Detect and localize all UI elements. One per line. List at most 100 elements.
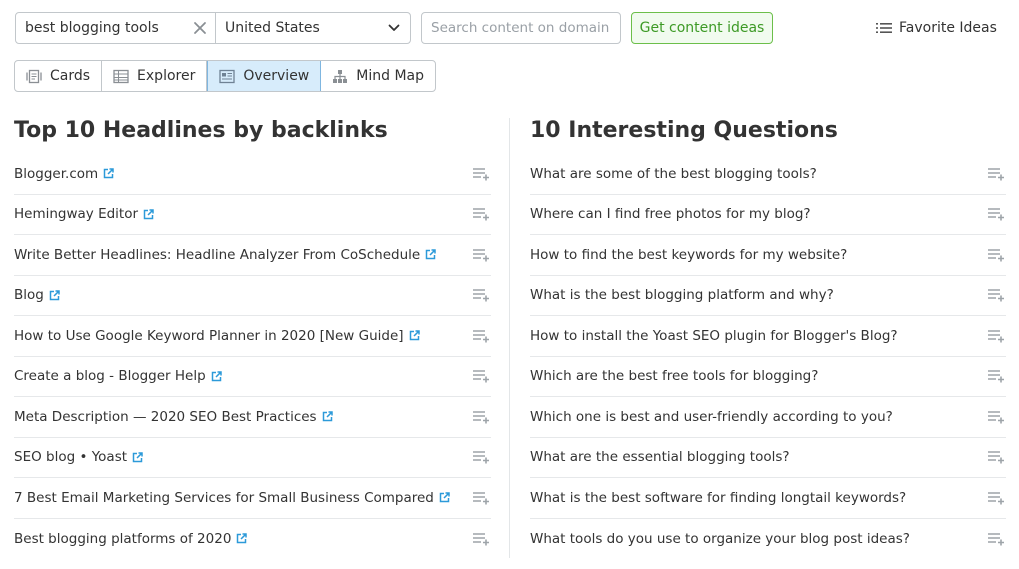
keyword-field[interactable]: best blogging tools [16, 13, 216, 43]
search-bar: best blogging tools United States [15, 12, 411, 44]
tab-mind-map[interactable]: Mind Map [321, 61, 435, 91]
headline-row-content: SEO blog • Yoast [14, 449, 143, 465]
add-to-favorites-icon[interactable] [473, 450, 490, 464]
external-link-icon[interactable] [49, 290, 60, 301]
external-link-icon[interactable] [409, 330, 420, 341]
headline-row: How to Use Google Keyword Planner in 202… [14, 316, 491, 357]
external-link-icon[interactable] [103, 168, 114, 179]
external-link-icon[interactable] [236, 533, 248, 544]
tab-explorer[interactable]: Explorer [102, 61, 208, 91]
add-to-favorites-icon[interactable] [988, 491, 1005, 505]
add-to-favorites-icon[interactable] [473, 532, 490, 546]
headline-row-content: How to Use Google Keyword Planner in 202… [14, 328, 420, 344]
tab-explorer-label: Explorer [137, 68, 196, 84]
headline-row: SEO blog • Yoast [14, 438, 491, 478]
add-to-favorites-icon[interactable] [988, 248, 1005, 262]
question-row-label: What tools do you use to organize your b… [530, 530, 910, 547]
add-to-favorites-icon[interactable] [988, 329, 1005, 343]
question-row: What is the best software for finding lo… [530, 478, 1006, 519]
cards-icon [26, 69, 42, 83]
headline-row-content: Meta Description — 2020 SEO Best Practic… [14, 409, 333, 425]
question-row-content: What are the essential blogging tools? [530, 449, 790, 465]
headline-row-content: Blogger.com [14, 166, 114, 182]
headline-row-label[interactable]: Hemingway Editor [14, 206, 138, 222]
headline-row-label[interactable]: Blog [14, 287, 44, 303]
tab-cards[interactable]: Cards [15, 61, 103, 91]
external-link-icon[interactable] [322, 411, 333, 422]
question-row-content: Which one is best and user-friendly acco… [530, 409, 893, 425]
headline-row-label[interactable]: SEO blog • Yoast [14, 449, 127, 465]
question-row: Which are the best free tools for bloggi… [530, 357, 1006, 397]
add-to-favorites-icon[interactable] [988, 410, 1005, 424]
question-row: What tools do you use to organize your b… [530, 519, 1006, 560]
external-link-icon[interactable] [143, 209, 154, 220]
external-link-icon[interactable] [439, 492, 450, 503]
headline-row: 7 Best Email Marketing Services for Smal… [14, 478, 491, 519]
question-row-content: How to install the Yoast SEO plugin for … [530, 328, 898, 344]
headline-row: Best blogging platforms of 2020 [14, 519, 491, 560]
add-to-favorites-icon[interactable] [473, 410, 490, 424]
country-select[interactable]: United States [216, 13, 410, 43]
external-link-icon[interactable] [425, 249, 436, 260]
headline-row: Meta Description — 2020 SEO Best Practic… [14, 397, 491, 438]
add-to-favorites-icon[interactable] [988, 450, 1005, 464]
favorite-ideas-button[interactable]: Favorite Ideas [876, 17, 997, 39]
headline-row-label[interactable]: How to Use Google Keyword Planner in 202… [14, 328, 404, 344]
headline-row-content: Hemingway Editor [14, 206, 154, 222]
add-to-favorites-icon[interactable] [473, 167, 490, 181]
country-value: United States [225, 20, 320, 36]
column-divider [509, 118, 510, 558]
add-to-favorites-icon[interactable] [473, 369, 490, 383]
question-row-content: Where can I find free photos for my blog… [530, 206, 811, 222]
questions-list: What are some of the best blogging tools… [530, 154, 1006, 559]
add-to-favorites-icon[interactable] [473, 207, 490, 221]
tab-mind-map-label: Mind Map [356, 68, 424, 84]
add-to-favorites-icon[interactable] [988, 532, 1005, 546]
question-row-label: Which are the best free tools for bloggi… [530, 368, 819, 385]
add-to-favorites-icon[interactable] [988, 167, 1005, 181]
question-row-content: What is the best blogging platform and w… [530, 287, 834, 303]
headline-row-label[interactable]: Meta Description — 2020 SEO Best Practic… [14, 409, 317, 425]
get-content-ideas-button[interactable]: Get content ideas [631, 12, 773, 44]
question-row-content: What tools do you use to organize your b… [530, 531, 910, 547]
headline-row-label[interactable]: Best blogging platforms of 2020 [14, 531, 231, 547]
question-row: What is the best blogging platform and w… [530, 276, 1006, 316]
list-icon [876, 23, 892, 33]
question-row-label: What is the best software for finding lo… [530, 489, 907, 506]
tab-overview[interactable]: Overview [207, 61, 322, 91]
add-to-favorites-icon[interactable] [473, 491, 490, 505]
headline-row-content: 7 Best Email Marketing Services for Smal… [14, 490, 450, 506]
keyword-value[interactable]: best blogging tools [16, 20, 159, 36]
headline-row-label[interactable]: Write Better Headlines: Headline Analyze… [14, 247, 420, 263]
tab-overview-label: Overview [243, 68, 310, 84]
headline-row-label[interactable]: 7 Best Email Marketing Services for Smal… [14, 490, 434, 506]
add-to-favorites-icon[interactable] [473, 288, 490, 302]
headline-row: Write Better Headlines: Headline Analyze… [14, 235, 491, 276]
question-row-label: What are some of the best blogging tools… [530, 165, 817, 182]
tab-cards-label: Cards [50, 68, 91, 84]
add-to-favorites-icon[interactable] [473, 248, 490, 262]
question-row-content: Which are the best free tools for bloggi… [530, 368, 818, 384]
question-row: What are the essential blogging tools? [530, 438, 1006, 478]
add-to-favorites-icon[interactable] [988, 288, 1005, 302]
domain-search-input[interactable] [421, 12, 621, 44]
question-row-content: What are some of the best blogging tools… [530, 166, 817, 182]
question-row-content: How to find the best keywords for my web… [530, 247, 847, 263]
headline-row-label[interactable]: Create a blog - Blogger Help [14, 368, 206, 384]
add-to-favorites-icon[interactable] [988, 369, 1005, 383]
external-link-icon[interactable] [211, 371, 222, 382]
clear-icon[interactable] [193, 21, 207, 35]
question-row-label: What are the essential blogging tools? [530, 449, 790, 466]
mind-map-icon [333, 69, 348, 83]
question-row-content: What is the best software for finding lo… [530, 490, 906, 506]
headlines-panel: Top 10 Headlines by backlinks Blogger.co… [14, 116, 491, 559]
external-link-icon[interactable] [132, 452, 143, 463]
add-to-favorites-icon[interactable] [988, 207, 1005, 221]
question-row: Which one is best and user-friendly acco… [530, 397, 1006, 438]
question-row-label: Which one is best and user-friendly acco… [530, 408, 893, 425]
question-row-label: How to install the Yoast SEO plugin for … [530, 327, 898, 344]
headline-row-content: Write Better Headlines: Headline Analyze… [14, 247, 436, 263]
add-to-favorites-icon[interactable] [473, 329, 490, 343]
questions-panel: 10 Interesting Questions What are some o… [530, 116, 1006, 559]
headline-row-label[interactable]: Blogger.com [14, 166, 98, 182]
